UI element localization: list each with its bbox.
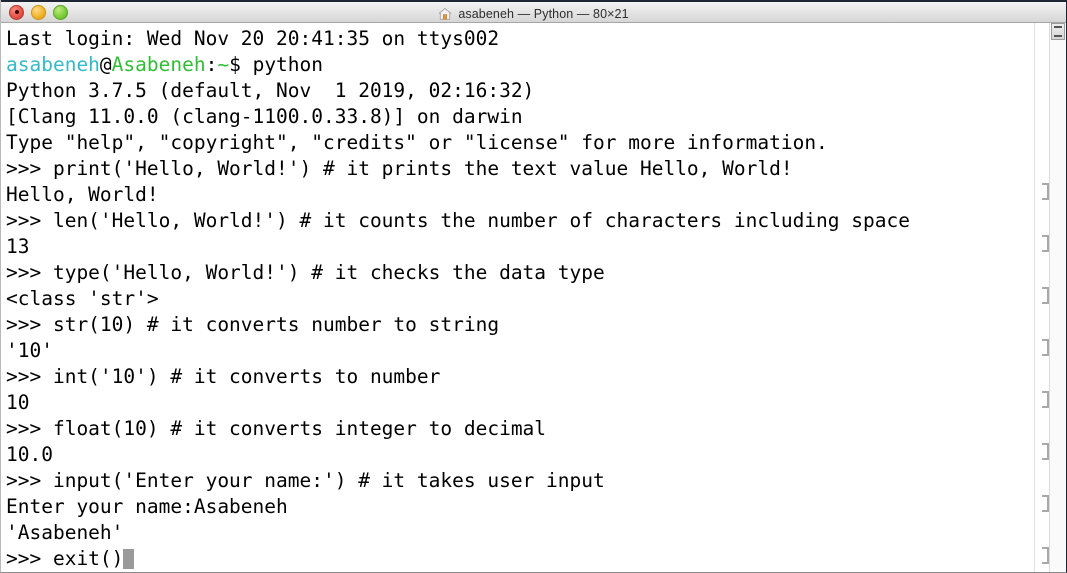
terminal-output[interactable]: Last login: Wed Nov 20 20:41:35 on ttys0…: [1, 23, 1035, 572]
terminal-line: Type "help", "copyright", "credits" or "…: [6, 131, 828, 154]
text-cursor: [123, 549, 135, 569]
home-icon: [439, 7, 452, 20]
prompt-colon: :: [205, 53, 218, 76]
minimize-button[interactable]: [31, 4, 46, 20]
prompt-at: @: [99, 53, 112, 76]
prompt-mark: [1042, 495, 1049, 512]
prompt-mark: [1042, 391, 1049, 408]
terminal-line: >>> str(10) # it converts number to stri…: [6, 313, 500, 336]
terminal-line-shell-prompt: asabeneh@Asabeneh:~$ python: [6, 52, 1035, 78]
terminal-body[interactable]: Last login: Wed Nov 20 20:41:35 on ttys0…: [1, 23, 1066, 572]
terminal-current-command: >>> exit(): [6, 547, 124, 570]
prompt-mark: [1042, 339, 1049, 356]
scrollbar-thumb[interactable]: [1051, 23, 1065, 40]
scrollbar-lines-icon: [1054, 26, 1062, 37]
window-title: asabeneh — Python — 80×21: [458, 6, 629, 21]
terminal-gutter: [1034, 23, 1066, 572]
terminal-line: >>> input('Enter your name:') # it takes…: [6, 469, 605, 492]
terminal-line: >>> print('Hello, World!') # it prints t…: [6, 157, 793, 180]
prompt-mark: [1042, 235, 1049, 252]
terminal-line: Enter your name:Asabeneh: [6, 495, 288, 518]
maximize-button[interactable]: [53, 4, 68, 20]
close-button[interactable]: [9, 4, 24, 20]
terminal-line: >>> len('Hello, World!') # it counts the…: [6, 209, 910, 232]
terminal-line: Last login: Wed Nov 20 20:41:35 on ttys0…: [6, 27, 500, 50]
title-center-group: asabeneh — Python — 80×21: [1, 2, 1066, 25]
terminal-line: <class 'str'>: [6, 287, 159, 310]
prompt-mark: [1042, 443, 1049, 460]
terminal-line: [Clang 11.0.0 (clang-1100.0.33.8)] on da…: [6, 105, 523, 128]
terminal-line: Hello, World!: [6, 183, 159, 206]
prompt-host: Asabeneh: [111, 53, 206, 76]
title-bar[interactable]: asabeneh — Python — 80×21: [1, 0, 1066, 23]
terminal-line: 13: [6, 235, 30, 258]
terminal-line: 10.0: [6, 443, 53, 466]
terminal-line: '10': [6, 339, 53, 362]
terminal-line: >>> float(10) # it converts integer to d…: [6, 417, 547, 440]
terminal-line: 'Asabeneh': [6, 521, 124, 544]
terminal-line: 10: [6, 391, 30, 414]
prompt-tilde: ~: [217, 53, 230, 76]
prompt-mark: [1042, 547, 1049, 564]
terminal-line: Python 3.7.5 (default, Nov 1 2019, 02:16…: [6, 79, 535, 102]
vertical-scrollbar[interactable]: [1049, 23, 1066, 572]
terminal-line: >>> type('Hello, World!') # it checks th…: [6, 261, 605, 284]
prompt-mark: [1042, 287, 1049, 304]
terminal-window: asabeneh — Python — 80×21 Last login: We…: [0, 0, 1067, 573]
terminal-line-current: >>> exit(): [6, 546, 1035, 572]
terminal-line: >>> int('10') # it converts to number: [6, 365, 441, 388]
window-controls: [1, 4, 68, 20]
prompt-user: asabeneh: [6, 53, 100, 76]
prompt-mark: [1042, 183, 1049, 200]
prompt-command: $ python: [229, 53, 324, 76]
